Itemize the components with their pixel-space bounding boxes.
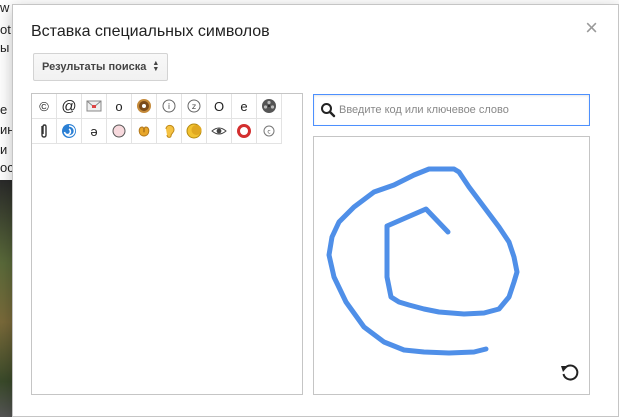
updown-arrows-icon: ▲ ▼ — [152, 60, 160, 73]
symbol-char: © — [39, 98, 49, 114]
background-text: ы — [0, 40, 10, 55]
symbol-grid-panel: © @ o i z Oe ә c — [31, 93, 303, 395]
special-characters-dialog: Вставка специальных символов × Результат… — [12, 4, 619, 417]
dialog-title: Вставка специальных символов — [31, 23, 270, 40]
category-dropdown[interactable]: Результаты поиска ▲ ▼ — [33, 53, 169, 81]
symbol-char: e — [240, 98, 248, 114]
pink-circle-icon — [111, 123, 127, 139]
background-text: е — [0, 102, 8, 117]
search-box[interactable] — [313, 94, 590, 126]
donut-symbol[interactable] — [132, 94, 157, 119]
schwa-symbol[interactable]: ә — [82, 119, 107, 144]
letter-e-symbol[interactable]: e — [232, 94, 257, 119]
cyclone-icon — [61, 123, 77, 139]
pink-circle-symbol[interactable] — [107, 119, 132, 144]
envelope-icon — [86, 98, 102, 114]
handwriting-canvas[interactable] — [313, 136, 590, 395]
symbol-char: o — [115, 98, 123, 114]
letter-o-symbol[interactable]: o — [107, 94, 132, 119]
moon-symbol[interactable] — [182, 119, 207, 144]
svg-text:z: z — [192, 102, 196, 111]
eye-icon — [211, 123, 227, 139]
ear-symbol[interactable] — [157, 119, 182, 144]
pretzel-symbol[interactable] — [132, 119, 157, 144]
paperclip-icon — [36, 123, 52, 139]
background-text: w — [0, 0, 10, 15]
category-dropdown-label: Результаты поиска — [42, 61, 147, 73]
undo-icon[interactable] — [559, 362, 581, 384]
paperclip-symbol[interactable] — [32, 119, 57, 144]
symbol-grid: © @ o i z Oe ә c — [32, 94, 282, 144]
moon-icon — [186, 123, 202, 139]
eye-symbol[interactable] — [207, 119, 232, 144]
close-button[interactable]: × — [585, 17, 598, 39]
search-input[interactable] — [337, 104, 579, 116]
symbol-char: O — [213, 98, 225, 114]
copyright-symbol[interactable]: © — [32, 94, 57, 119]
background-text: и — [0, 142, 8, 157]
svg-text:i: i — [168, 102, 170, 111]
film-reel-icon — [261, 98, 277, 114]
svg-text:c: c — [267, 129, 270, 136]
circled-i-symbol[interactable]: i — [157, 94, 182, 119]
ear-icon — [161, 123, 177, 139]
circled-c-symbol[interactable]: c — [257, 119, 282, 144]
circled-i-icon: i — [161, 98, 177, 114]
symbol-char: ә — [90, 123, 98, 139]
red-ring-icon — [236, 123, 252, 139]
film-reel-symbol[interactable] — [257, 94, 282, 119]
symbol-char: @ — [61, 97, 77, 115]
red-ring-symbol[interactable] — [232, 119, 257, 144]
search-icon — [321, 103, 336, 118]
envelope-symbol[interactable] — [82, 94, 107, 119]
circled-c-icon: c — [261, 123, 277, 139]
donut-icon — [136, 98, 152, 114]
circled-z-symbol[interactable]: z — [182, 94, 207, 119]
background-text: ot — [0, 22, 11, 37]
capital-o-symbol[interactable]: O — [207, 94, 232, 119]
pretzel-icon — [136, 123, 152, 139]
handwritten-stroke — [326, 166, 520, 356]
circled-z-icon: z — [186, 98, 202, 114]
cyclone-symbol[interactable] — [57, 119, 82, 144]
at-symbol[interactable]: @ — [57, 94, 82, 119]
